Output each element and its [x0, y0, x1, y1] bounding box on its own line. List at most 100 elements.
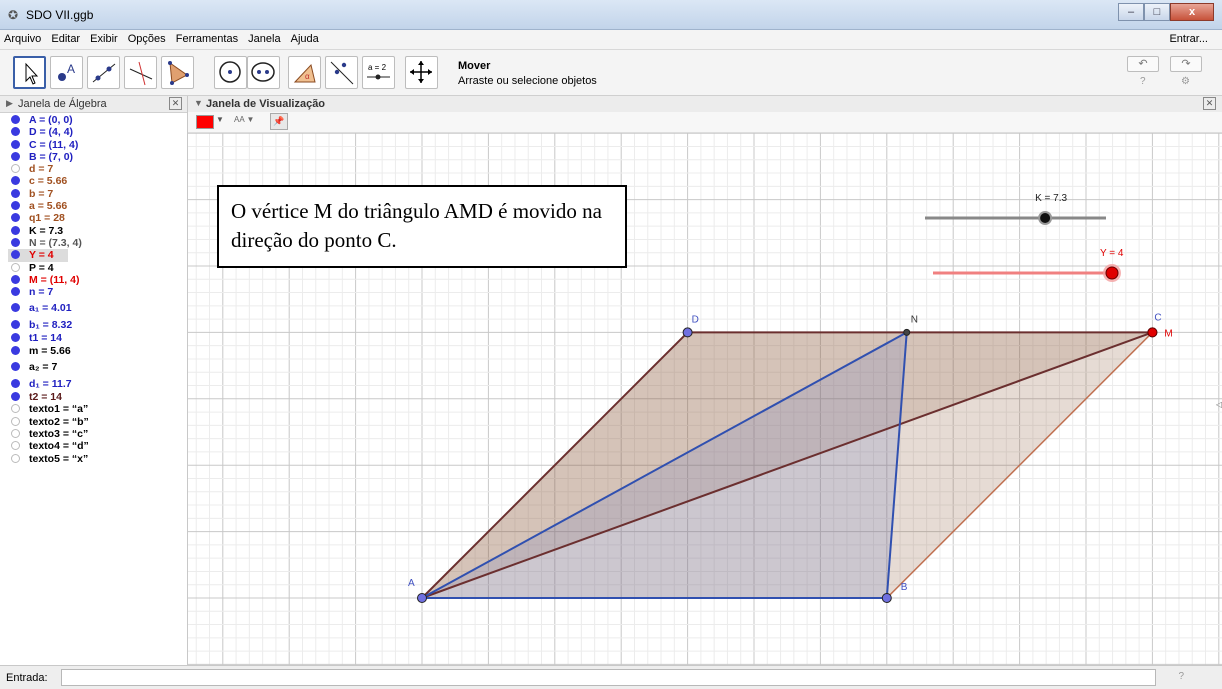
input-help-icon[interactable]: ?	[1178, 671, 1184, 682]
close-graphics-icon[interactable]: ✕	[1203, 97, 1216, 110]
visibility-toggle-icon[interactable]	[11, 416, 20, 426]
input-bar: Entrada: ?	[0, 665, 1222, 689]
side-panel-arrow-icon[interactable]: ◁	[1216, 400, 1222, 409]
input-field[interactable]	[61, 669, 1156, 686]
visibility-toggle-icon[interactable]	[11, 453, 20, 463]
sign-in-link[interactable]: Entrar...	[1169, 33, 1208, 45]
maximize-button[interactable]: □	[1144, 3, 1170, 21]
line-tool-button[interactable]	[87, 56, 120, 89]
menu-janela[interactable]: Janela	[244, 30, 283, 45]
algebra-item-N[interactable]: N = (7.3, 4)	[0, 237, 187, 249]
menu-arquivo[interactable]: Arquivo	[0, 30, 44, 45]
visibility-toggle-icon[interactable]	[11, 345, 20, 355]
visibility-toggle-icon[interactable]	[11, 303, 20, 313]
algebra-item-a1[interactable]: a₁ = 4.01	[0, 298, 187, 315]
algebra-item-d[interactable]: d = 7	[0, 163, 187, 175]
algebra-item-texto1[interactable]: texto1 = “a”	[0, 403, 187, 415]
polygon-icon	[168, 61, 189, 85]
active-tool-name: Mover	[458, 60, 491, 72]
algebra-item-b[interactable]: b = 7	[0, 188, 187, 200]
move-view-tool-button[interactable]	[405, 56, 438, 89]
redo-button[interactable]: ↷	[1170, 56, 1202, 72]
color-swatch[interactable]	[196, 115, 214, 129]
angle-tool-button[interactable]: α	[288, 56, 321, 89]
font-size-button[interactable]: AA ▼	[234, 115, 254, 124]
algebra-item-t1[interactable]: t1 = 14	[0, 332, 187, 344]
minimize-button[interactable]: –	[1118, 3, 1144, 21]
graphics-view: ▼ Janela de Visualização ✕ ▼ AA ▼ 📌 K = …	[188, 96, 1222, 665]
visibility-toggle-icon[interactable]	[11, 362, 20, 372]
move-tool-button[interactable]	[13, 56, 46, 89]
menu-ferramentas[interactable]: Ferramentas	[172, 30, 241, 45]
algebra-item-t2[interactable]: t2 = 14	[0, 391, 187, 403]
visibility-toggle-icon[interactable]	[11, 225, 20, 235]
algebra-item-B[interactable]: B = (7, 0)	[0, 151, 187, 163]
visibility-toggle-icon[interactable]	[11, 404, 20, 414]
visibility-toggle-icon[interactable]	[11, 164, 20, 174]
menu-exibir[interactable]: Exibir	[86, 30, 121, 45]
description-text-box[interactable]: O vértice M do triângulo AMD é movido na…	[217, 185, 627, 268]
circle-tool-button[interactable]	[214, 56, 247, 89]
algebra-item-M[interactable]: M = (11, 4)	[0, 274, 187, 286]
perpendicular-tool-button[interactable]	[124, 56, 157, 89]
point-tool-button[interactable]: A	[50, 56, 83, 89]
gear-icon[interactable]: ⚙	[1181, 76, 1190, 87]
algebra-item-texto4[interactable]: texto4 = “d”	[0, 440, 187, 452]
visibility-toggle-icon[interactable]	[11, 333, 20, 343]
visibility-toggle-icon[interactable]	[11, 139, 20, 149]
algebra-item-q1[interactable]: q1 = 28	[0, 212, 187, 224]
pin-icon[interactable]: 📌	[270, 113, 288, 130]
undo-button[interactable]: ↶	[1127, 56, 1159, 72]
visibility-toggle-icon[interactable]	[11, 213, 20, 223]
algebra-item-P[interactable]: P = 4	[0, 262, 187, 274]
algebra-item-A[interactable]: A = (0, 0)	[0, 114, 187, 126]
polygon-tool-button[interactable]	[161, 56, 194, 89]
algebra-item-b1[interactable]: b₁ = 8.32	[0, 315, 187, 332]
expand-triangle-icon[interactable]: ▶	[6, 98, 13, 109]
menu-opcoes[interactable]: Opções	[124, 30, 169, 45]
dropdown-arrow-icon[interactable]: ▼	[216, 115, 224, 124]
algebra-item-texto3[interactable]: texto3 = “c”	[0, 428, 187, 440]
visibility-toggle-icon[interactable]	[11, 320, 20, 330]
visibility-toggle-icon[interactable]	[11, 115, 20, 124]
algebra-item-C[interactable]: C = (11, 4)	[0, 139, 187, 151]
visibility-toggle-icon[interactable]	[11, 188, 20, 198]
visibility-toggle-icon[interactable]	[11, 127, 20, 137]
algebra-item-K[interactable]: K = 7.3	[0, 225, 187, 237]
close-algebra-icon[interactable]: ✕	[169, 97, 182, 110]
algebra-item-texto2[interactable]: texto2 = “b”	[0, 416, 187, 428]
menu-editar[interactable]: Editar	[47, 30, 83, 45]
visibility-toggle-icon[interactable]	[11, 201, 20, 211]
point-M	[1147, 327, 1158, 338]
algebra-item-d1[interactable]: d₁ = 11.7	[0, 374, 187, 391]
slider-tool-button[interactable]: a = 2	[362, 56, 395, 89]
algebra-list: A = (0, 0) D = (4, 4) C = (11, 4) B = (7, 0…	[0, 114, 187, 465]
visibility-toggle-icon[interactable]	[11, 379, 20, 389]
algebra-item-m[interactable]: m = 5.66	[0, 345, 187, 357]
help-icon[interactable]: ?	[1140, 76, 1146, 87]
algebra-item-Y[interactable]: Y = 4	[8, 249, 68, 262]
conic-tool-button[interactable]	[247, 56, 280, 89]
visibility-toggle-icon[interactable]	[11, 262, 20, 272]
visibility-toggle-icon[interactable]	[11, 237, 20, 247]
reflect-tool-button[interactable]	[325, 56, 358, 89]
visibility-toggle-icon[interactable]	[11, 287, 20, 297]
algebra-item-a[interactable]: a = 5.66	[0, 200, 187, 212]
drawing-canvas[interactable]: K = 7.3 Y = 4 A B C D N M O vértice M do triân…	[188, 133, 1222, 665]
algebra-item-D[interactable]: D = (4, 4)	[0, 126, 187, 138]
visibility-toggle-icon[interactable]	[11, 441, 20, 451]
visibility-toggle-icon[interactable]	[11, 250, 20, 260]
close-button[interactable]: x	[1170, 3, 1214, 21]
visibility-toggle-icon[interactable]	[11, 176, 20, 186]
visibility-toggle-icon[interactable]	[11, 151, 20, 161]
visibility-toggle-icon[interactable]	[11, 274, 20, 284]
move-cross-icon	[410, 61, 432, 83]
visibility-toggle-icon[interactable]	[11, 428, 20, 438]
menu-ajuda[interactable]: Ajuda	[287, 30, 322, 45]
algebra-item-n[interactable]: n = 7	[0, 286, 187, 298]
collapse-triangle-icon[interactable]: ▼	[194, 98, 203, 108]
algebra-item-texto5[interactable]: texto5 = “x”	[0, 453, 187, 465]
algebra-item-a2[interactable]: a₂ = 7	[0, 357, 187, 374]
algebra-item-c[interactable]: c = 5.66	[0, 175, 187, 187]
visibility-toggle-icon[interactable]	[11, 392, 20, 402]
